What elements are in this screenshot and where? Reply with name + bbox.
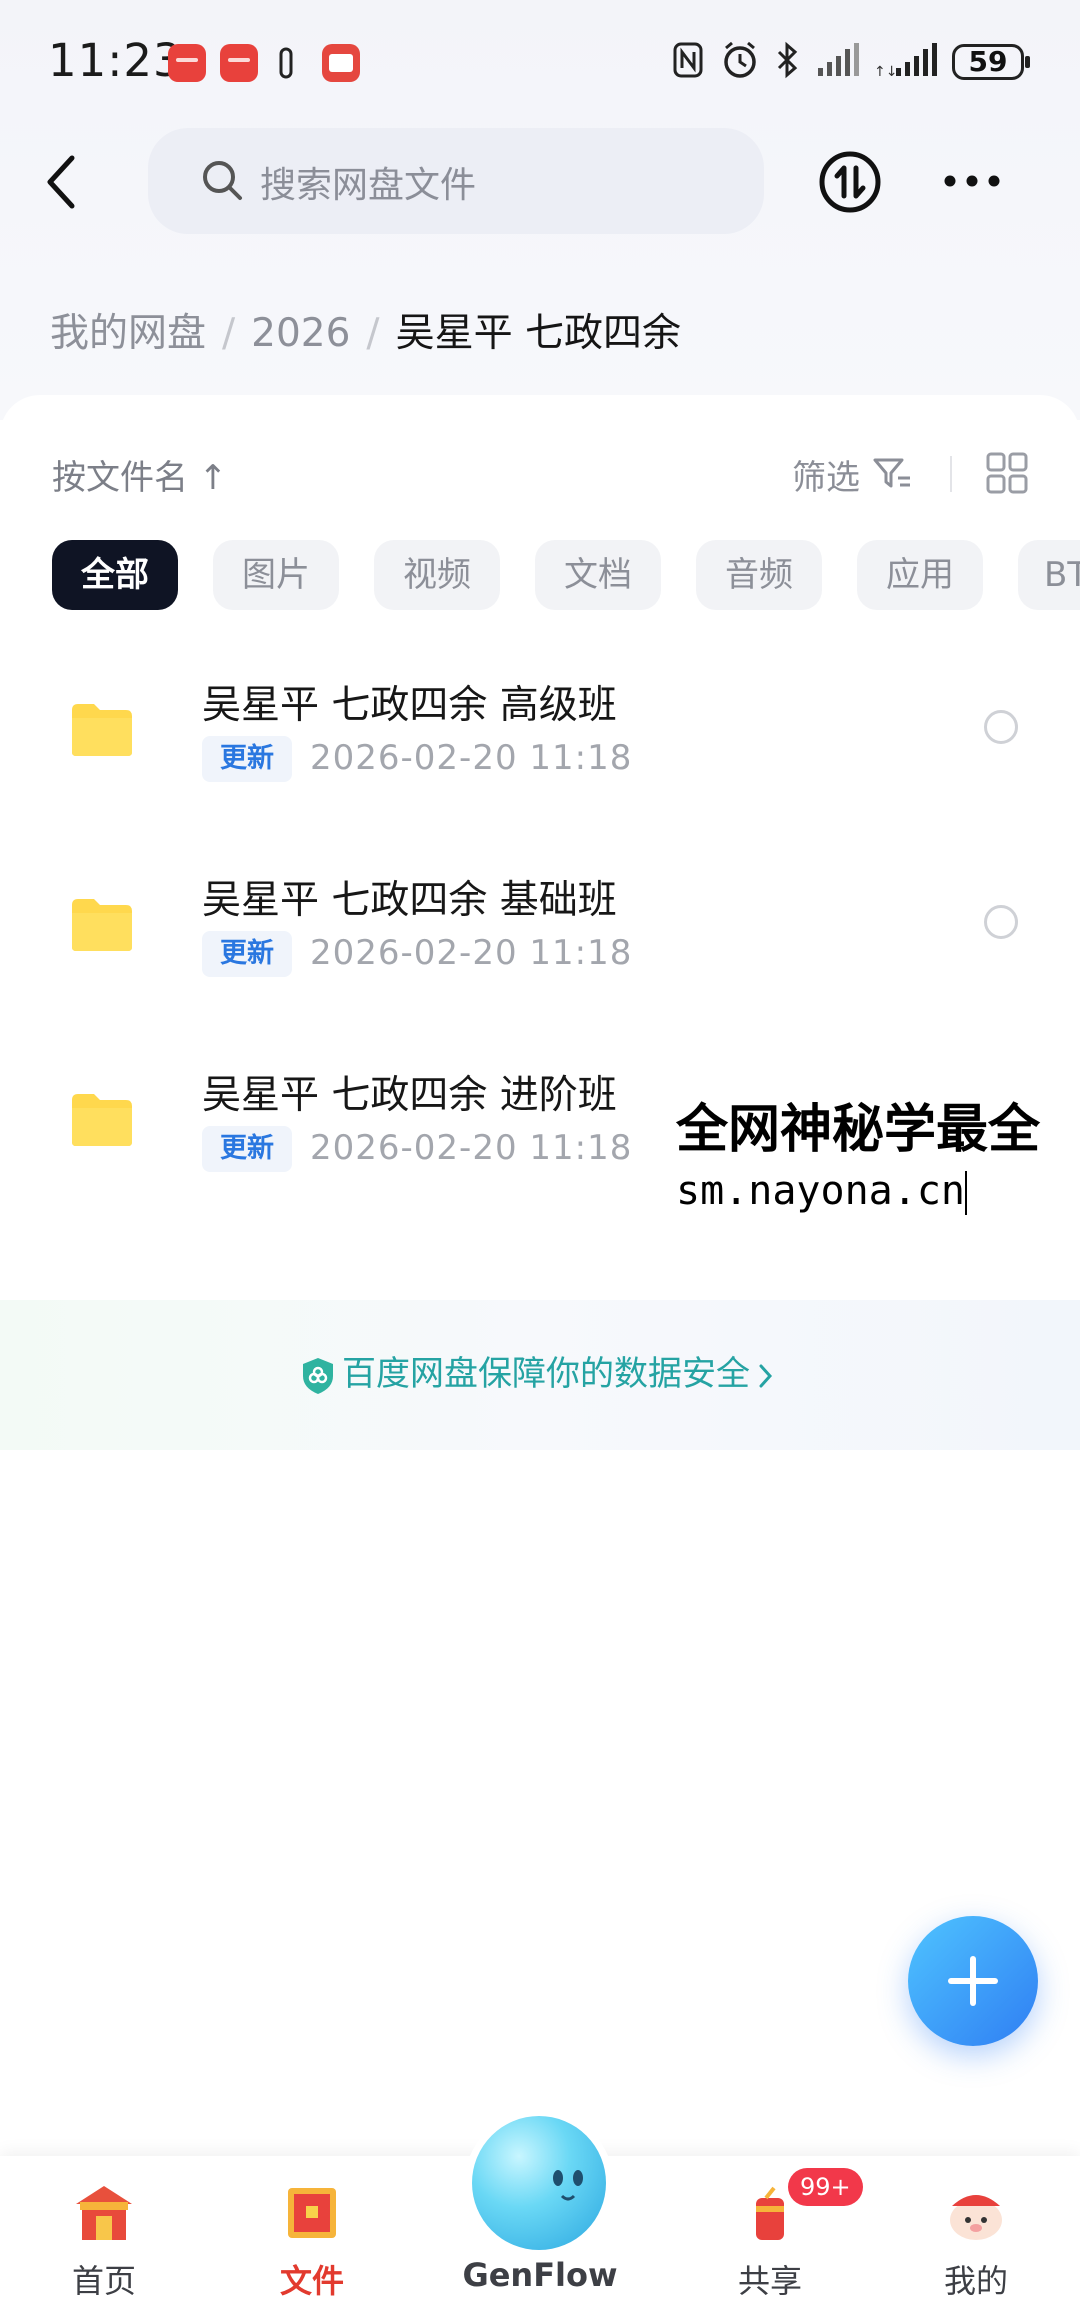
filter-icon[interactable] xyxy=(872,456,912,492)
nav-files-label: 文件 xyxy=(279,2262,344,2300)
huawei-app-icon xyxy=(220,44,258,82)
breadcrumb-separator: / xyxy=(222,311,236,356)
bluetooth-icon xyxy=(777,41,798,79)
nav-home-label: 首页 xyxy=(71,2262,136,2300)
chip-videos[interactable]: 视频 xyxy=(374,540,500,610)
share-notification-badge: 99+ xyxy=(788,2168,863,2206)
chip-audio[interactable]: 音频 xyxy=(696,540,822,610)
transfer-list-icon[interactable] xyxy=(818,150,882,214)
signal-icon xyxy=(818,43,859,76)
genflow-mascot-icon xyxy=(472,2116,606,2250)
nav-genflow-label: GenFlow xyxy=(462,2256,618,2294)
watermark-overlay: 全网神秘学最全 sm.nayona.cn xyxy=(676,1095,1080,1217)
nav-home[interactable]: 首页 xyxy=(34,2156,174,2324)
file-date: 2026-02-20 11:18 xyxy=(310,1128,633,1168)
breadcrumb-current: 吴星平 七政四余 xyxy=(395,311,681,356)
update-badge: 更新 xyxy=(202,931,292,977)
battery-indicator: 59 xyxy=(952,44,1030,80)
select-checkbox[interactable] xyxy=(984,710,1018,744)
file-date: 2026-02-20 11:18 xyxy=(310,933,633,973)
update-badge: 更新 xyxy=(202,736,292,782)
link-icon xyxy=(279,47,293,79)
chip-all[interactable]: 全部 xyxy=(52,540,178,610)
chip-images[interactable]: 图片 xyxy=(213,540,339,610)
security-banner[interactable]: 百度网盘保障你的数据安全 xyxy=(0,1346,1080,1396)
sort-by-name-button[interactable]: 按文件名 ↑ xyxy=(52,450,227,499)
nfc-icon xyxy=(673,42,703,78)
file-row[interactable]: 吴星平 七政四余 高级班 更新 2026-02-20 11:18 xyxy=(0,650,1080,830)
watermark-line2: sm.nayona.cn xyxy=(676,1165,1080,1217)
status-time: 11:23 xyxy=(48,34,183,87)
search-bar[interactable]: 搜索网盘文件 xyxy=(148,128,764,234)
grid-view-icon[interactable] xyxy=(986,452,1028,494)
breadcrumb: 我的网盘 / 2026 / 吴星平 七政四余 xyxy=(50,302,681,358)
chip-documents[interactable]: 文档 xyxy=(535,540,661,610)
folder-icon xyxy=(72,1094,132,1146)
file-row[interactable]: 吴星平 七政四余 基础班 更新 2026-02-20 11:18 xyxy=(0,845,1080,1025)
status-bar: 11:23 ↑↓ 59 xyxy=(0,0,1080,128)
filter-button[interactable]: 筛选 xyxy=(792,450,860,499)
svg-text:↑↓: ↑↓ xyxy=(874,64,897,80)
chevron-right-icon xyxy=(759,1364,773,1387)
breadcrumb-level1[interactable]: 2026 xyxy=(251,311,350,356)
genflow-button[interactable] xyxy=(464,2110,614,2260)
nav-share-label: 共享 xyxy=(737,2262,802,2300)
nav-mine-label: 我的 xyxy=(943,2262,1008,2300)
text-caret xyxy=(964,1171,967,1215)
toolbar-divider xyxy=(950,456,952,492)
shield-icon xyxy=(303,1357,333,1394)
nav-mine[interactable]: 我的 xyxy=(906,2156,1046,2324)
nav-files[interactable]: 文件 xyxy=(242,2156,382,2324)
watermark-line1: 全网神秘学最全 xyxy=(676,1100,1041,1160)
chip-apps[interactable]: 应用 xyxy=(857,540,983,610)
files-icon xyxy=(288,2188,336,2238)
alarm-icon xyxy=(724,41,756,78)
folder-icon xyxy=(72,704,132,756)
signal-2-icon: ↑↓ xyxy=(874,43,937,80)
breadcrumb-root[interactable]: 我的网盘 xyxy=(50,311,206,356)
category-filter-bar: 全部 图片 视频 文档 音频 应用 BT xyxy=(0,540,1080,612)
update-badge: 更新 xyxy=(202,1126,292,1172)
notification-app-icon xyxy=(322,44,360,82)
watermark-url: sm.nayona.cn xyxy=(676,1168,965,1214)
back-arrow-icon[interactable] xyxy=(42,152,82,212)
folder-icon xyxy=(72,899,132,951)
home-icon xyxy=(76,2186,132,2240)
profile-avatar-icon xyxy=(950,2195,1002,2240)
chip-bt[interactable]: BT xyxy=(1018,540,1080,610)
breadcrumb-separator: / xyxy=(366,311,380,356)
file-name: 吴星平 七政四余 基础班 xyxy=(202,878,617,923)
file-name: 吴星平 七政四余 高级班 xyxy=(202,683,617,728)
huawei-app-icon xyxy=(168,44,206,82)
add-button[interactable] xyxy=(908,1916,1038,2046)
file-name: 吴星平 七政四余 进阶班 xyxy=(202,1073,617,1118)
search-placeholder: 搜索网盘文件 xyxy=(260,165,477,206)
file-date: 2026-02-20 11:18 xyxy=(310,738,633,778)
select-checkbox[interactable] xyxy=(984,905,1018,939)
more-options-icon[interactable] xyxy=(940,166,1004,196)
security-text: 百度网盘保障你的数据安全 xyxy=(342,1354,750,1394)
search-icon xyxy=(203,161,242,200)
